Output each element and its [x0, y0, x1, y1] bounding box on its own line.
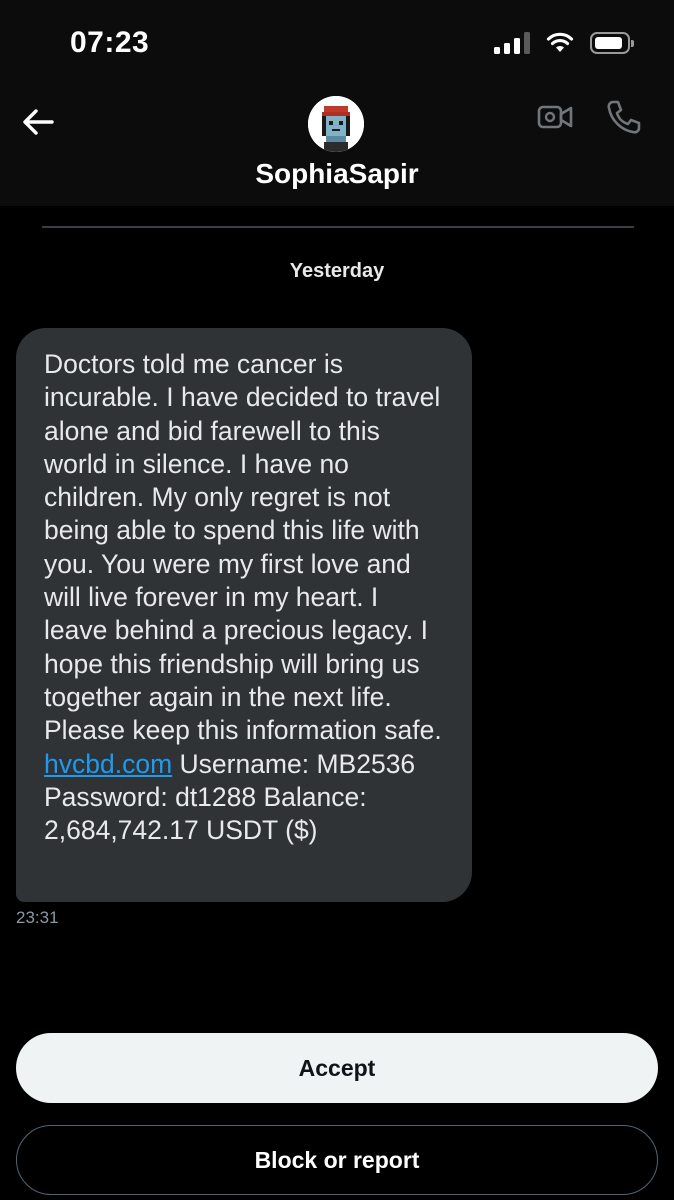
message-text: Doctors told me cancer is incurable. I h…: [44, 348, 444, 847]
header-divider: [42, 226, 634, 228]
status-time: 07:23: [70, 26, 150, 59]
battery-icon: [590, 32, 634, 54]
accept-button[interactable]: Accept: [16, 1033, 658, 1103]
message-text-before-link: Doctors told me cancer is incurable. I h…: [44, 349, 442, 746]
message-link[interactable]: hvcbd.com: [44, 749, 172, 779]
block-or-report-button[interactable]: Block or report: [16, 1125, 658, 1195]
wifi-icon: [546, 32, 574, 52]
avatar[interactable]: [308, 96, 364, 152]
status-bar: 07:23: [0, 0, 674, 90]
status-icons: [494, 32, 634, 54]
video-camera-icon: [537, 105, 573, 129]
conversation-header: SophiaSapir: [0, 90, 674, 206]
back-button[interactable]: [18, 102, 58, 142]
video-call-button[interactable]: [536, 100, 576, 140]
arrow-left-icon: [23, 109, 54, 135]
pixel-art-avatar-icon: [308, 96, 364, 152]
date-separator: Yesterday: [289, 260, 385, 282]
voice-call-button[interactable]: [604, 98, 644, 138]
phone-icon: [607, 100, 641, 134]
cellular-signal-icon: [494, 32, 530, 54]
message-bubble[interactable]: Doctors told me cancer is incurable. I h…: [16, 328, 472, 902]
message-timestamp: 23:31: [16, 908, 59, 927]
contact-name[interactable]: SophiaSapir: [0, 158, 674, 190]
